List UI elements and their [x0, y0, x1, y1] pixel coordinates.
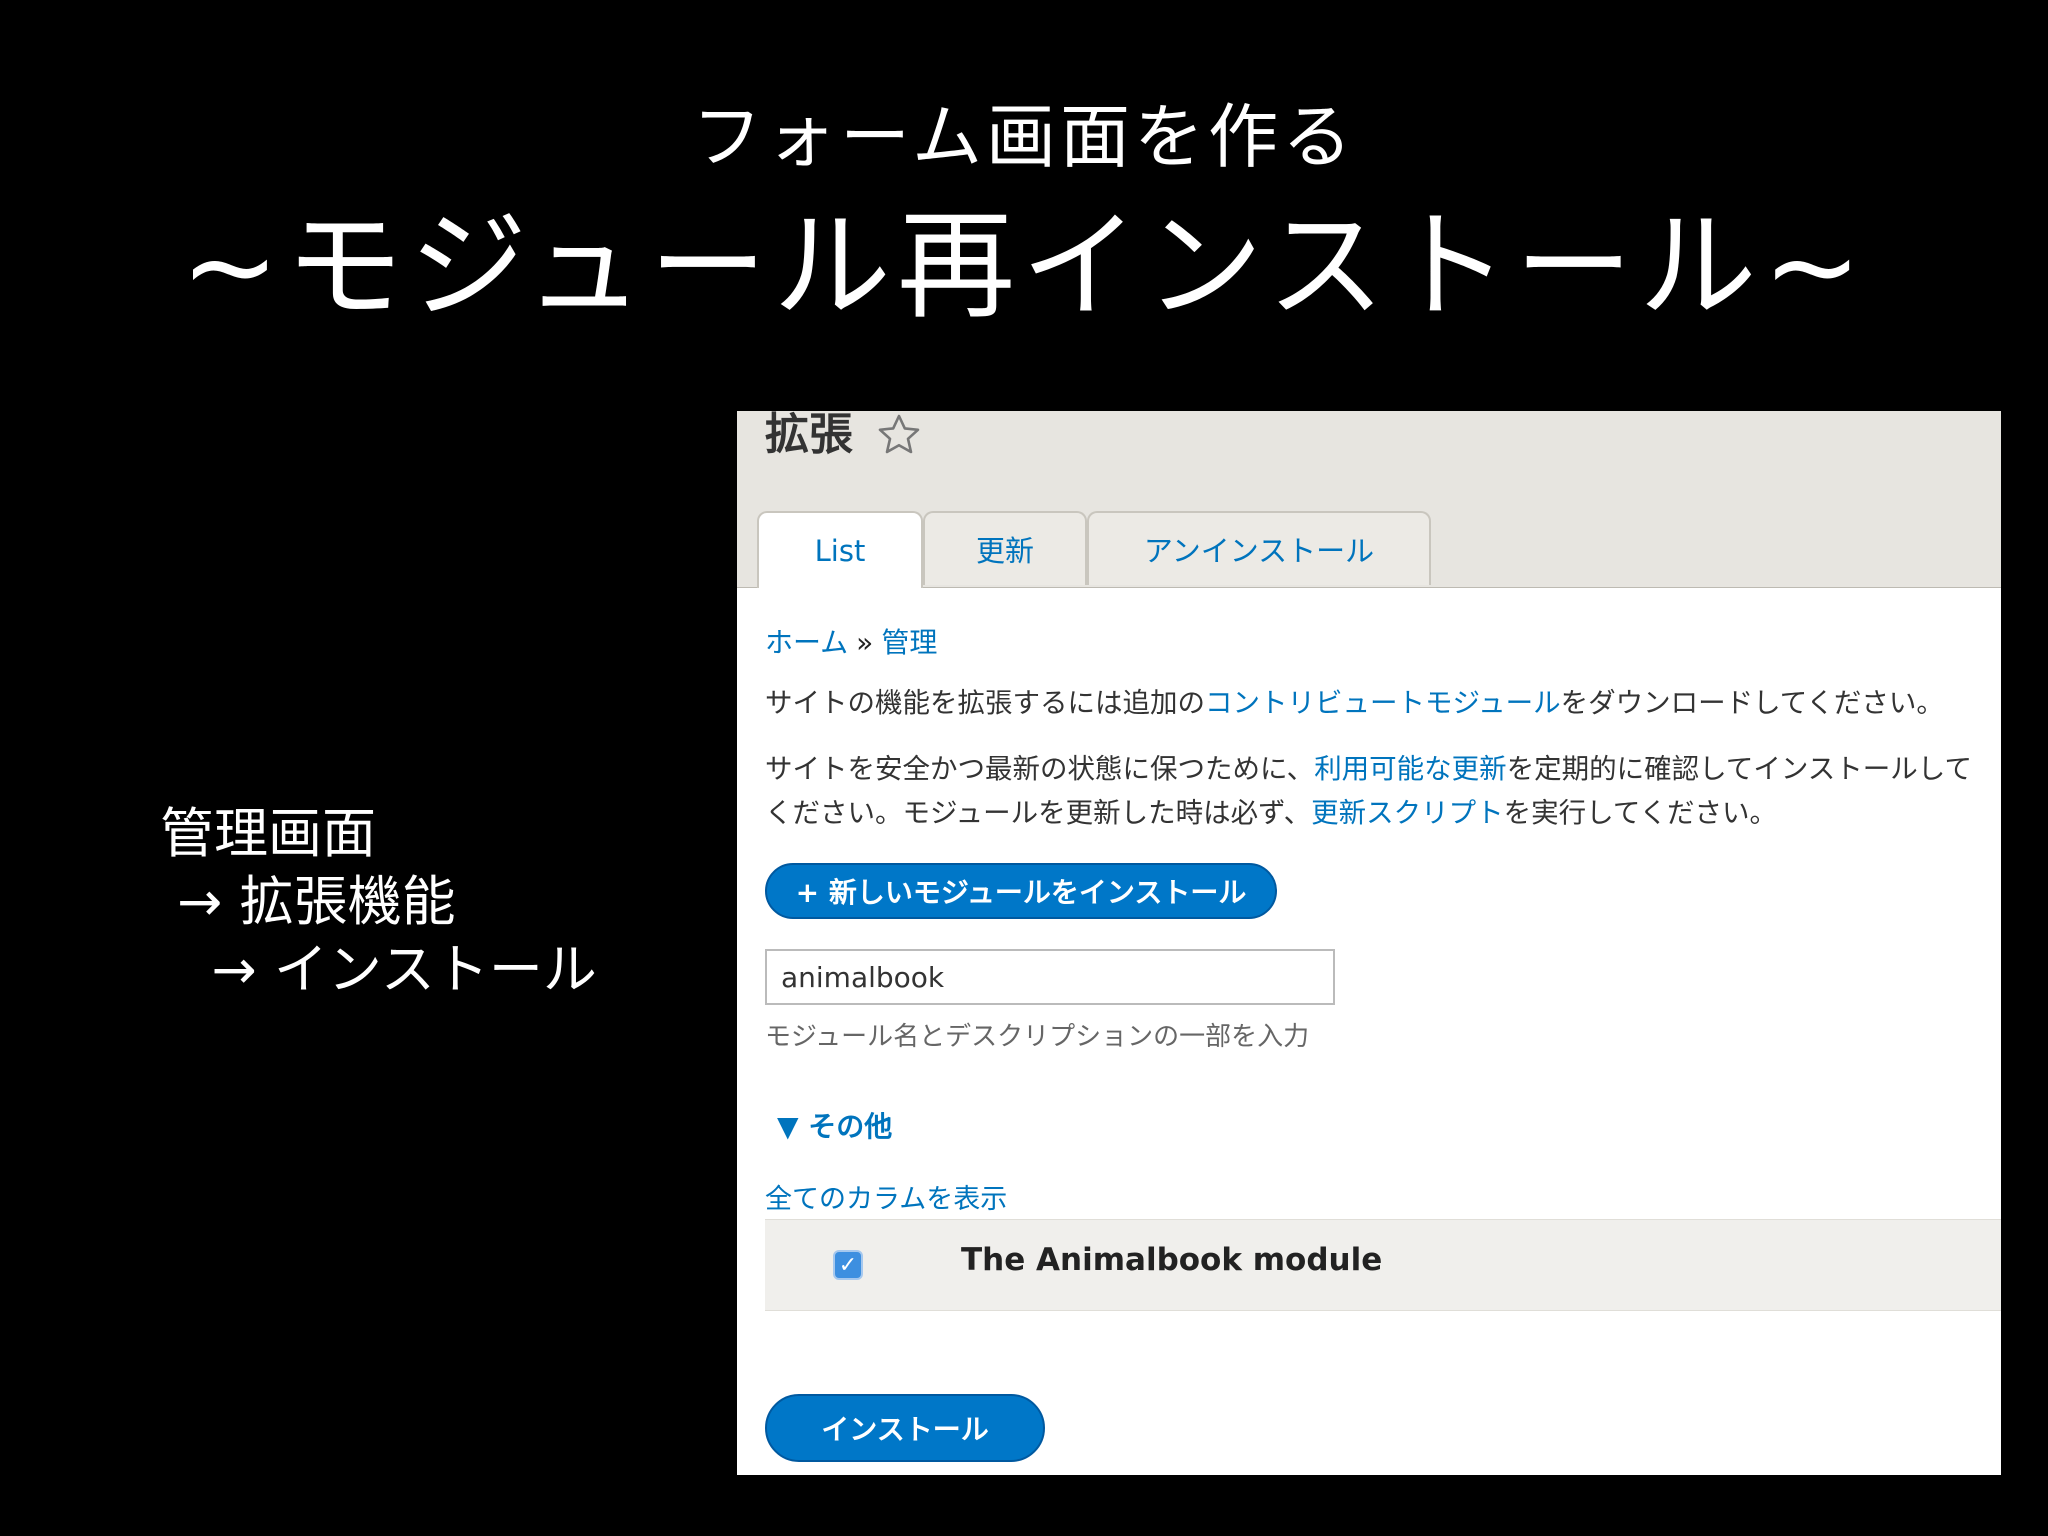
module-filter-input[interactable]: [765, 949, 1335, 1005]
breadcrumb-separator: »: [856, 626, 874, 659]
page-header: 拡張 List 更新 アンインストール: [737, 411, 2001, 588]
note-line: → インストール: [160, 938, 597, 1001]
install-new-module-button[interactable]: + 新しいモジュールをインストール: [765, 863, 1277, 919]
module-checkbox[interactable]: ✓: [833, 1250, 863, 1280]
install-button[interactable]: インストール: [765, 1394, 1045, 1462]
update-text: サイトを安全かつ最新の状態に保つために、利用可能な更新を定期的に確認してインスト…: [765, 747, 1987, 835]
star-icon[interactable]: [875, 411, 923, 459]
available-updates-link[interactable]: 利用可能な更新: [1314, 753, 1507, 785]
tab-update[interactable]: 更新: [923, 511, 1087, 585]
tab-bar: List 更新 アンインストール: [757, 511, 1431, 588]
update-script-link[interactable]: 更新スクリプト: [1311, 797, 1504, 829]
show-all-columns-link[interactable]: 全てのカラムを表示: [765, 1177, 1007, 1216]
tab-uninstall[interactable]: アンインストール: [1087, 511, 1431, 585]
breadcrumb: ホーム» 管理: [765, 621, 937, 661]
check-icon: ✓: [838, 1252, 858, 1278]
update-text-part: サイトを安全かつ最新の状態に保つために、: [765, 753, 1315, 785]
intro-text-part: サイトの機能を拡張するには追加の: [765, 687, 1205, 719]
breadcrumb-home[interactable]: ホーム: [765, 626, 848, 659]
breadcrumb-admin[interactable]: 管理: [881, 626, 937, 659]
module-name: The Animalbook module: [961, 1242, 1383, 1278]
side-notes: 管理画面 → 拡張機能 → インストール: [160, 800, 597, 1004]
note-line: → 拡張機能: [160, 870, 456, 933]
intro-text-part: をダウンロードしてください。: [1560, 687, 1944, 719]
page-title: 拡張: [765, 411, 853, 460]
note-line: 管理画面: [160, 802, 376, 865]
table-row: ✓ The Animalbook module: [765, 1219, 2001, 1311]
tab-list[interactable]: List: [757, 511, 923, 588]
filter-help-text: モジュール名とデスクリプションの一部を入力: [765, 1022, 1310, 1052]
slide-title: ~モジュール再インストール~: [180, 197, 1868, 335]
slide-subtitle: フォーム画面を作る: [692, 96, 1356, 178]
contrib-modules-link[interactable]: コントリビュートモジュール: [1205, 687, 1561, 719]
other-details-toggle[interactable]: ▼ その他: [777, 1105, 892, 1145]
update-text-part: を実行してください。: [1503, 797, 1778, 829]
intro-text: サイトの機能を拡張するには追加のコントリビュートモジュールをダウンロードしてくだ…: [765, 683, 1995, 723]
screenshot-panel: 拡張 List 更新 アンインストール ホーム» 管理 サイトの機能を拡張するには…: [737, 411, 2001, 1475]
